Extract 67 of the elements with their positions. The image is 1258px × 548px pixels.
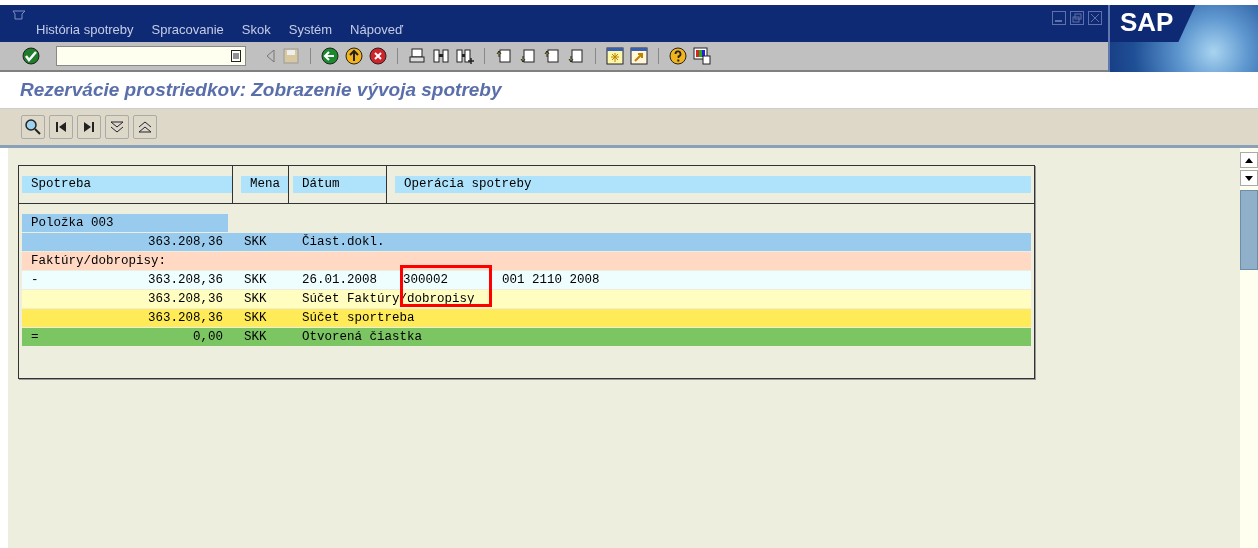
- menu-item[interactable]: História spotreby: [36, 21, 134, 37]
- date-cell: 26.01.2008: [302, 273, 377, 287]
- restore-icon[interactable]: [1070, 11, 1084, 25]
- currency-cell: SKK: [244, 311, 267, 325]
- amount-cell: 0,00: [193, 330, 223, 344]
- binoculars-plus-icon[interactable]: [456, 47, 474, 65]
- operation-cell: Otvorená čiastka: [302, 330, 423, 344]
- sign-cell: -: [31, 273, 39, 287]
- menu-item[interactable]: Skok: [241, 21, 271, 37]
- column-header: Mena: [241, 176, 288, 193]
- operation-cell: Súčet sportreba: [302, 311, 415, 325]
- monitor-icon[interactable]: [693, 47, 711, 65]
- amount-cell: 363.208,36: [148, 311, 223, 325]
- amount-cell: 363.208,36: [148, 273, 223, 287]
- magnifier-icon: [24, 118, 42, 136]
- column-header: Dátum: [293, 176, 386, 193]
- scroll-up-button[interactable]: [1240, 152, 1258, 168]
- collapse-button[interactable]: [133, 115, 157, 139]
- menu-item[interactable]: Systém: [288, 21, 333, 37]
- section-label: Faktúry/dobropisy:: [30, 254, 167, 268]
- menu-item[interactable]: Nápoveď: [350, 21, 403, 37]
- first-button[interactable]: [49, 115, 73, 139]
- document-number-cell: 300002: [403, 273, 448, 287]
- amount-cell: 363.208,36: [148, 292, 223, 306]
- page-arrow-icon[interactable]: [567, 47, 585, 65]
- minimize-icon[interactable]: [1052, 11, 1066, 25]
- column-header: Spotreba: [22, 176, 232, 193]
- scroll-down-button[interactable]: [1240, 170, 1258, 186]
- shortcut-icon[interactable]: [630, 47, 648, 65]
- scrollbar[interactable]: [1240, 148, 1258, 548]
- page-arrow-icon[interactable]: [519, 47, 537, 65]
- operation-cell: Čiast.dokl.: [302, 235, 385, 249]
- column-header: Operácia spotreby: [395, 176, 1031, 193]
- currency-cell: SKK: [244, 330, 267, 344]
- triangle-down-icon: [1245, 175, 1253, 181]
- close-icon[interactable]: [1088, 11, 1102, 25]
- scroll-thumb[interactable]: [1240, 190, 1258, 270]
- check-icon[interactable]: [22, 47, 40, 65]
- triangle-up-icon: [1245, 157, 1253, 163]
- print-icon[interactable]: [408, 47, 426, 65]
- back-icon[interactable]: [321, 47, 339, 65]
- binoculars-icon[interactable]: [432, 47, 450, 65]
- detail-button[interactable]: [21, 115, 45, 139]
- group-label: Položka 003: [22, 214, 228, 232]
- currency-cell: SKK: [244, 235, 267, 249]
- page-arrow-icon[interactable]: [495, 47, 513, 65]
- currency-cell: SKK: [244, 292, 267, 306]
- new-window-icon[interactable]: [606, 47, 624, 65]
- sign-cell: =: [31, 330, 39, 344]
- operation-cell: 001 2110 2008: [502, 273, 600, 287]
- currency-cell: SKK: [244, 273, 267, 287]
- command-field[interactable]: [56, 46, 246, 66]
- first-page-icon: [54, 120, 68, 134]
- cancel-icon[interactable]: [369, 47, 387, 65]
- logo-text: SAP: [1110, 5, 1196, 42]
- system-menu-icon[interactable]: [12, 10, 28, 20]
- menu-item[interactable]: Spracovanie: [151, 21, 224, 37]
- chevron-up-icon: [137, 120, 153, 134]
- last-page-icon: [82, 120, 96, 134]
- amount-cell: 363.208,36: [148, 235, 223, 249]
- expand-button[interactable]: [105, 115, 129, 139]
- last-button[interactable]: [77, 115, 101, 139]
- page-arrow-icon[interactable]: [543, 47, 561, 65]
- screen-title: Rezervácie prostriedkov: Zobrazenie vývoja spotreby: [20, 79, 502, 101]
- history-icon: [231, 50, 241, 62]
- chevron-down-icon: [109, 120, 125, 134]
- help-icon[interactable]: [669, 47, 687, 65]
